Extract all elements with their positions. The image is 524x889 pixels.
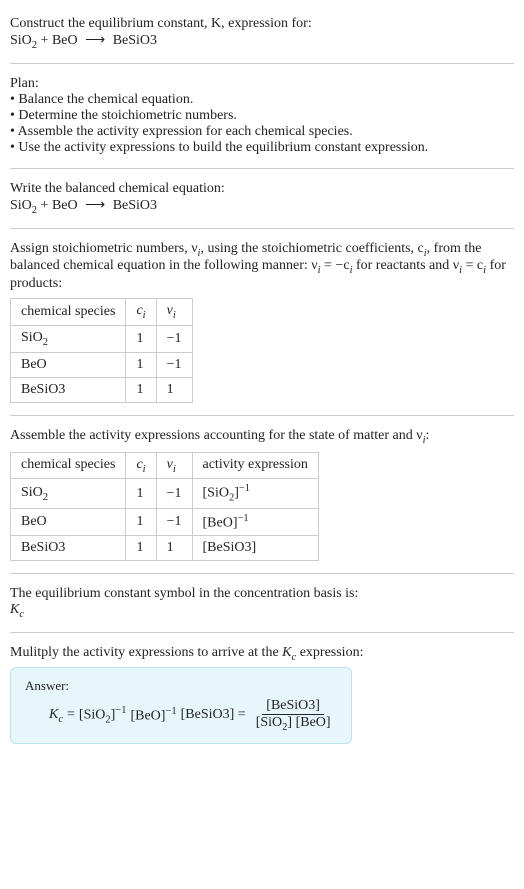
reactant-sio2: SiO2 [10, 33, 37, 48]
col-ci: ci [126, 299, 156, 326]
divider [10, 632, 514, 633]
table-header-row: chemical species ci νi [11, 299, 193, 326]
symbol-heading: The equilibrium constant symbol in the c… [10, 586, 514, 602]
symbol-kc: Kc [10, 602, 514, 620]
table-header-row: chemical species ci νi activity expressi… [11, 452, 319, 479]
title-section: Construct the equilibrium constant, K, e… [10, 8, 514, 59]
activity-heading: Assemble the activity expressions accoun… [10, 428, 514, 446]
multiply-heading: Mulitply the activity expressions to arr… [10, 645, 514, 663]
divider [10, 415, 514, 416]
answer-box: Answer: Kc = [SiO2]−1 [BeO]−1 [BeSiO3] =… [10, 667, 352, 744]
plan-heading: Plan: [10, 76, 514, 92]
balanced-heading: Write the balanced chemical equation: [10, 181, 514, 197]
divider [10, 228, 514, 229]
table-row: BeO 1 −1 [BeO]−1 [11, 508, 319, 536]
balanced-section: Write the balanced chemical equation: Si… [10, 173, 514, 224]
stoich-text: Assign stoichiometric numbers, νi, using… [10, 241, 514, 293]
divider [10, 573, 514, 574]
stoich-section: Assign stoichiometric numbers, νi, using… [10, 233, 514, 411]
plan-bullet: • Balance the chemical equation. [10, 92, 514, 108]
divider [10, 63, 514, 64]
table-row: BeSiO3 1 1 [BeSiO3] [11, 536, 319, 561]
multiply-section: Mulitply the activity expressions to arr… [10, 637, 514, 752]
table-row: SiO2 1 −1 [11, 325, 193, 352]
table-row: BeSiO3 1 1 [11, 377, 193, 402]
answer-label: Answer: [25, 678, 337, 694]
table-row: SiO2 1 −1 [SiO2]−1 [11, 479, 319, 508]
plan-bullet: • Use the activity expressions to build … [10, 140, 514, 156]
reaction-arrow-icon: ⟶ [85, 198, 105, 213]
symbol-section: The equilibrium constant symbol in the c… [10, 578, 514, 628]
table-row: BeO 1 −1 [11, 352, 193, 377]
fraction-numerator: [BeSiO3] [262, 698, 324, 715]
product-besio3: BeSiO3 [113, 33, 157, 48]
col-vi: νi [156, 299, 192, 326]
col-species: chemical species [11, 299, 126, 326]
balanced-equation: SiO2 + BeO ⟶ BeSiO3 [10, 197, 514, 216]
plan-bullet: • Assemble the activity expression for e… [10, 124, 514, 140]
activity-section: Assemble the activity expressions accoun… [10, 420, 514, 570]
title-line1: Construct the equilibrium constant, K, e… [10, 16, 312, 31]
reactant-beo: BeO [52, 33, 78, 48]
kc-expression: Kc = [SiO2]−1 [BeO]−1 [BeSiO3] = [BeSiO3… [25, 698, 337, 733]
activity-table: chemical species ci νi activity expressi… [10, 452, 319, 562]
fraction: [BeSiO3] [SiO2] [BeO] [252, 698, 335, 733]
chemical-equation: SiO2 + BeO ⟶ BeSiO3 [10, 32, 514, 51]
reaction-arrow-icon: ⟶ [85, 33, 105, 48]
stoich-table: chemical species ci νi SiO2 1 −1 BeO 1 −… [10, 298, 193, 403]
plan-section: Plan: • Balance the chemical equation. •… [10, 68, 514, 164]
fraction-denominator: [SiO2] [BeO] [252, 715, 335, 733]
plan-bullet: • Determine the stoichiometric numbers. [10, 108, 514, 124]
divider [10, 168, 514, 169]
title-text: Construct the equilibrium constant, K, e… [10, 16, 514, 32]
